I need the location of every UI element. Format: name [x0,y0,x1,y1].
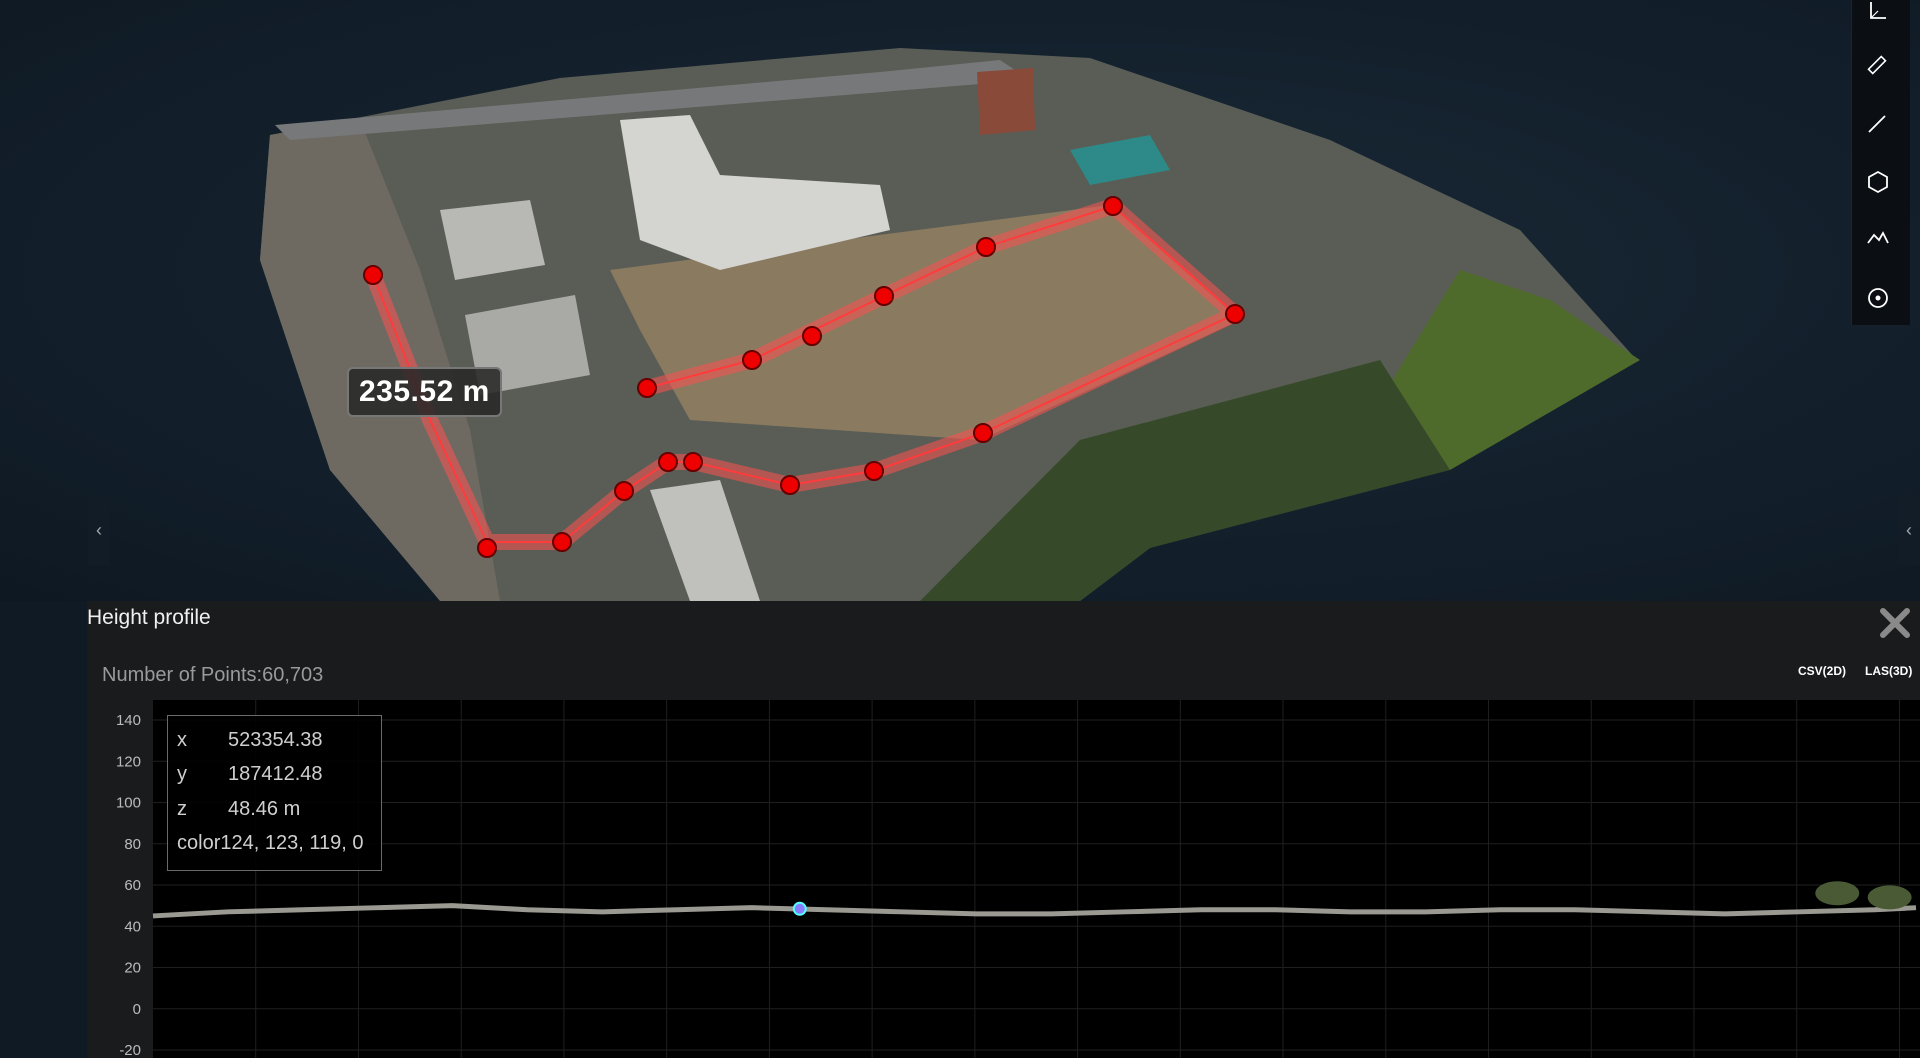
x-label: x [177,729,187,751]
marker [874,286,894,306]
y-label: y [177,763,187,785]
marker [477,538,497,558]
y-tick-label: 40 [124,918,141,935]
points-count: Number of Points:60,703 [102,664,323,687]
point-info-tooltip: x 523354.38 y 187412.48 z 48.46 m color124,… [167,715,382,871]
points-count-value: 60,703 [262,664,324,686]
point-tool-button[interactable] [1866,286,1896,316]
z-label: z [177,798,187,820]
export-csv-button[interactable]: CSV(2D) [1798,664,1846,678]
marker [363,265,383,285]
y-axis-ticks: 140 120 100 80 60 40 20 0 -20 [116,712,141,1058]
area-tool-button[interactable] [1866,170,1896,200]
marker [742,350,762,370]
z-value: 48.46 m [228,798,301,820]
x-value: 523354.38 [228,729,323,751]
measurement-toolbar [1851,0,1910,325]
axis-icon [1870,2,1886,19]
plot-area [153,700,1920,1058]
ruler-icon [1867,55,1887,75]
marker [864,461,884,481]
highlight-point [792,901,807,916]
building-tower [977,68,1035,135]
marker [976,237,996,257]
marker [802,326,822,346]
y-tick-label: 100 [116,795,141,812]
y-tick-label: 80 [124,836,141,853]
close-panel-button[interactable] [1878,606,1912,640]
profile-feature [1867,885,1912,910]
chevron-left-icon: ‹ [96,519,102,540]
color-label: color [177,832,221,854]
color-value: 124, 123, 119, 0 [220,832,364,854]
marker [683,452,703,472]
y-tick-label: 120 [116,753,141,770]
marker [973,423,993,443]
chevron-left-icon: ‹ [1906,519,1912,540]
marker [658,452,678,472]
marker [1103,196,1123,216]
height-profile-tool-button[interactable] [1866,228,1896,258]
point-target-icon [1868,288,1888,308]
panel-title: Height profile [87,606,211,629]
y-tick-label: 20 [124,960,141,977]
marker [1225,304,1245,324]
distance-tool-button[interactable] [1866,113,1896,143]
close-icon [1880,608,1910,638]
marker [552,532,572,552]
measurement-distance-label: 235.52 m [347,367,502,417]
export-las-button[interactable]: LAS(3D) [1865,664,1912,678]
point-cloud-viewport[interactable]: 235.52 m ‹ ‹ [0,0,1920,601]
marker [780,475,800,495]
y-value: 187412.48 [228,763,323,785]
axis-tool-button[interactable] [1866,0,1896,30]
polygon-area-icon [1868,170,1888,194]
ruler-tool-button[interactable] [1866,54,1896,84]
point-cloud-scene [260,48,1640,601]
marker [614,481,634,501]
right-panel-toggle[interactable]: ‹ [1898,495,1920,565]
y-tick-label: 60 [124,877,141,894]
line-distance-icon [1868,115,1886,133]
left-panel-toggle[interactable]: ‹ [88,495,110,565]
y-tick-label: 140 [116,712,141,729]
y-tick-label: -20 [119,1042,141,1058]
marker [637,378,657,398]
height-profile-icon [1867,231,1889,244]
y-tick-label: 0 [133,1001,141,1018]
points-count-label: Number of Points: [102,664,263,686]
profile-feature [1815,881,1860,906]
